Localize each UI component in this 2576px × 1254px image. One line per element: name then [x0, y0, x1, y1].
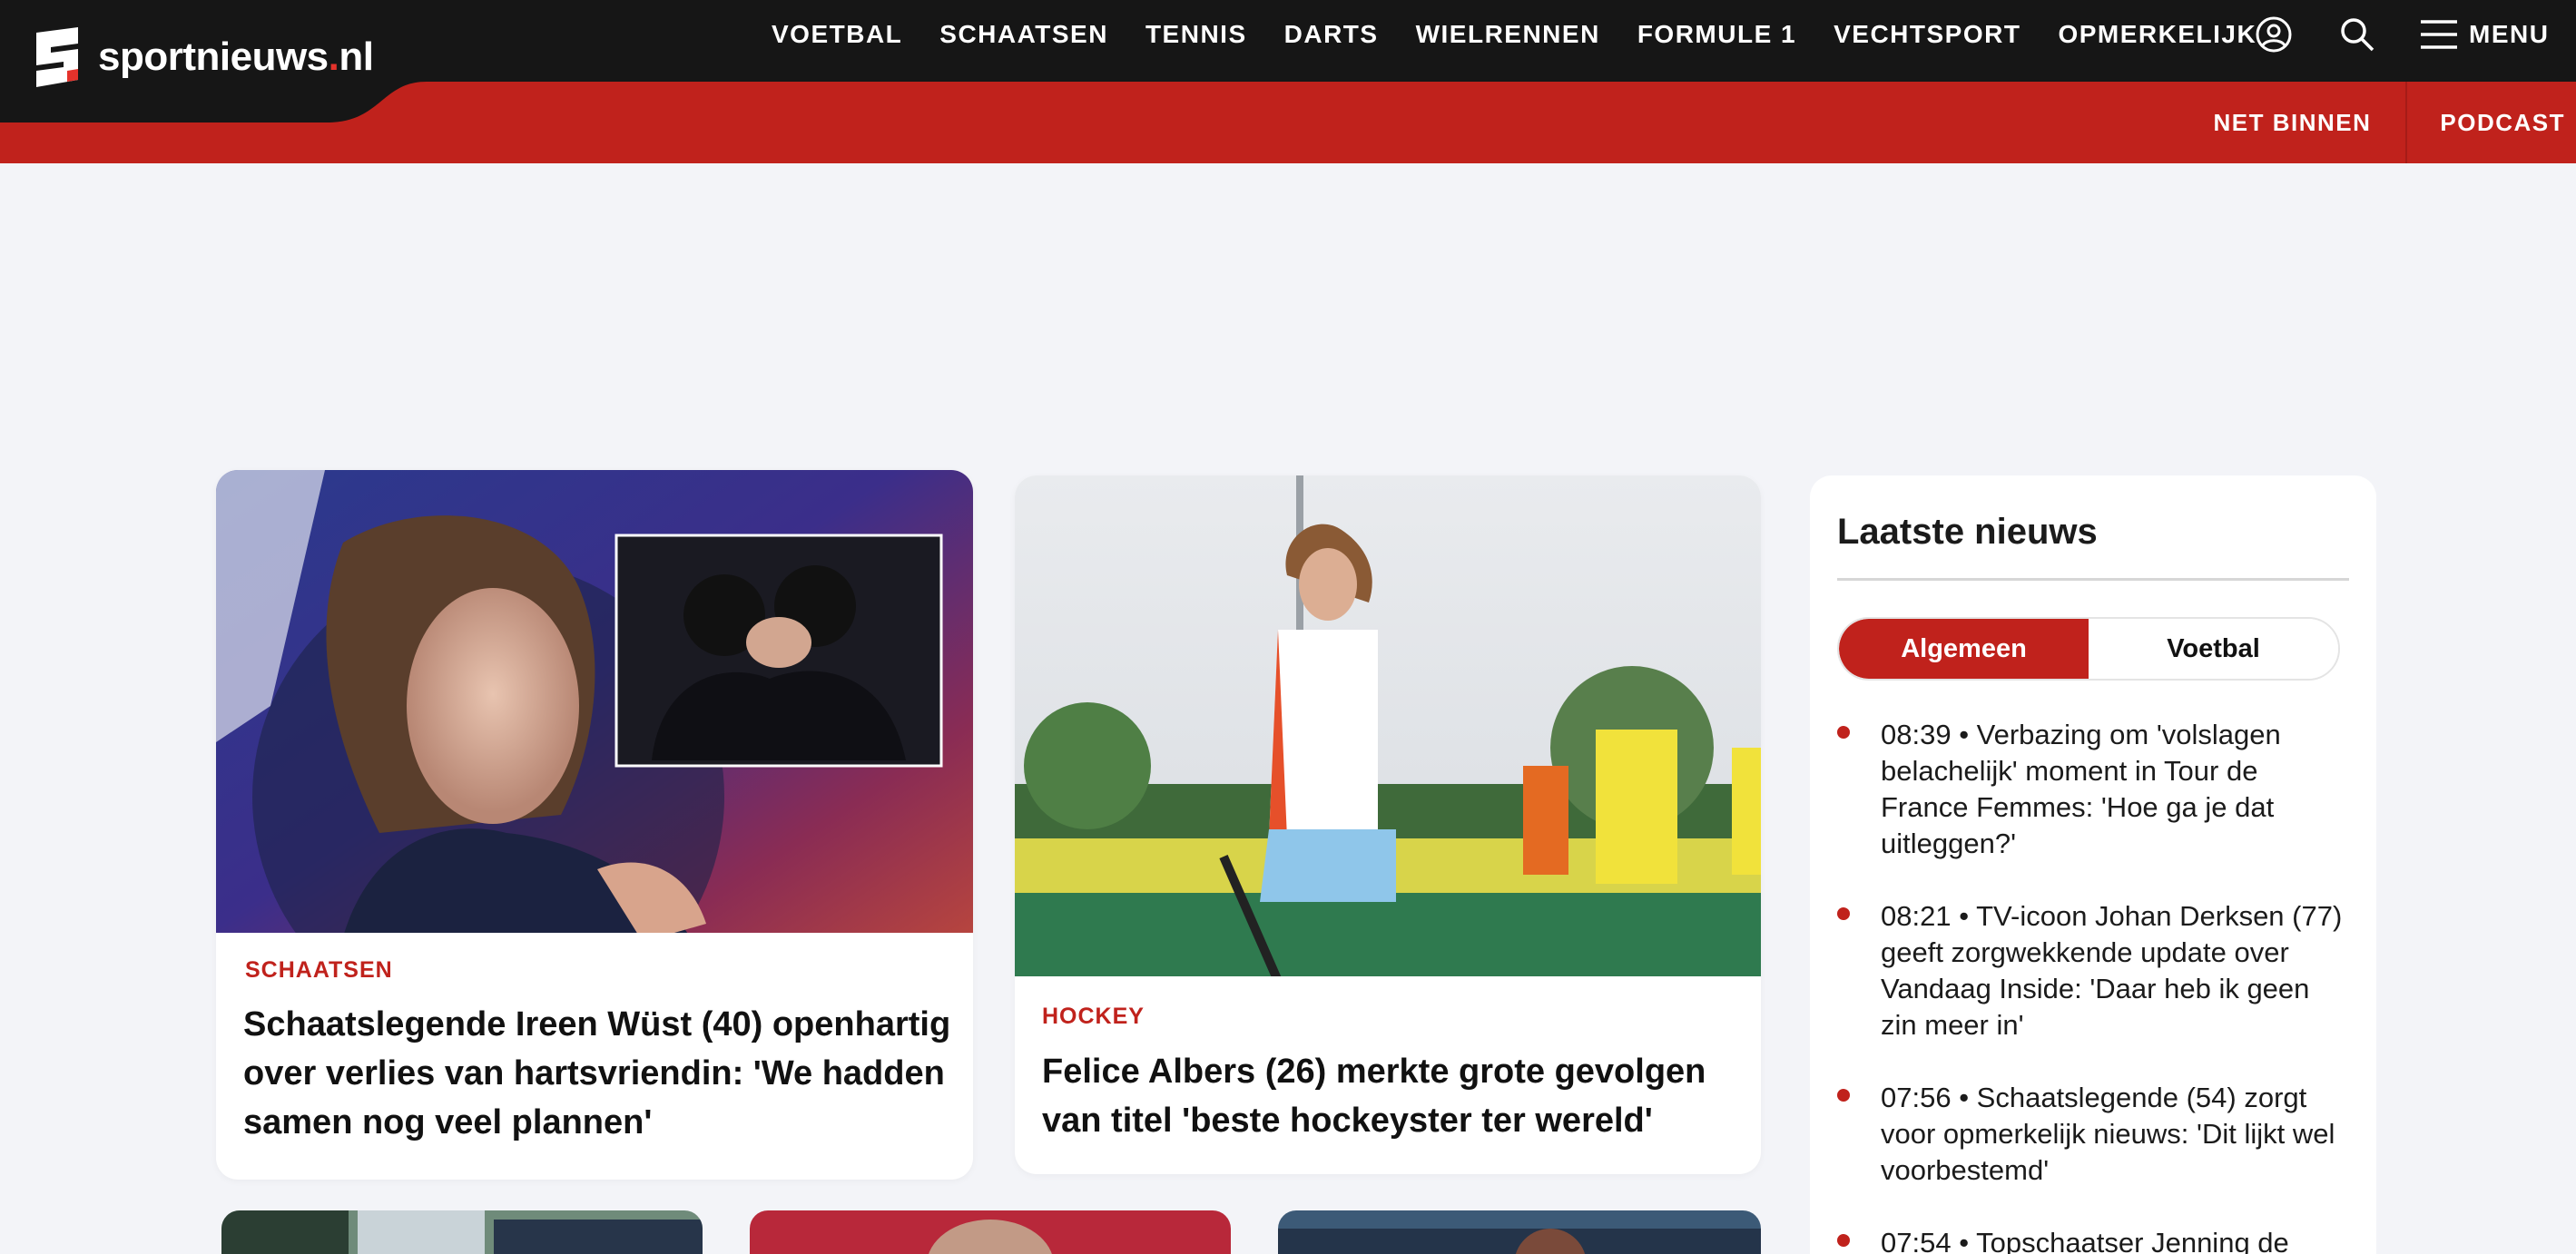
article-title[interactable]: Schaatslegende Ireen Wüst (40) openharti… — [243, 1000, 960, 1147]
news-item-text[interactable]: 08:21 • TV-icoon Johan Derksen (77) geef… — [1881, 898, 2353, 1043]
search-icon[interactable] — [2335, 12, 2380, 57]
nav-item-voetbal[interactable]: VOETBAL — [772, 20, 902, 49]
news-item-text[interactable]: 08:39 • Verbazing om 'volslagen belachel… — [1881, 717, 2353, 862]
account-icon[interactable] — [2251, 12, 2296, 57]
article-category[interactable]: SCHAATSEN — [245, 957, 393, 984]
logo-wordmark: sportnieuws.nl — [98, 34, 374, 79]
article-thumbnail[interactable] — [750, 1210, 1231, 1254]
article-category[interactable]: HOCKEY — [1042, 1004, 1145, 1030]
main-nav: VOETBAL SCHAATSEN TENNIS DARTS WIELRENNE… — [772, 0, 2294, 69]
tab-algemeen[interactable]: Algemeen — [1839, 619, 2089, 679]
news-item-text[interactable]: 07:54 • Topschaatser Jenning de — [1881, 1225, 2353, 1254]
subnav-podcast[interactable]: PODCAST — [2407, 82, 2576, 163]
nav-item-formule-1[interactable]: FORMULE 1 — [1637, 20, 1796, 49]
nav-item-darts[interactable]: DARTS — [1284, 20, 1379, 49]
subnav-net-binnen[interactable]: NET BINNEN — [2180, 82, 2405, 163]
heading-divider — [1837, 578, 2349, 581]
nav-item-wielrennen[interactable]: WIELRENNEN — [1416, 20, 1600, 49]
latest-news-heading: Laatste nieuws — [1837, 512, 2098, 552]
bullet-dot — [1837, 1234, 1850, 1247]
nav-item-opmerkelijk[interactable]: OPMERKELIJK — [2058, 20, 2256, 49]
menu-label[interactable]: MENU — [2469, 20, 2549, 49]
article-card[interactable]: HOCKEY Felice Albers (26) merkte grote g… — [1015, 475, 1761, 1174]
article-image[interactable] — [216, 470, 973, 978]
news-item-text[interactable]: 07:56 • Schaatslegende (54) zorgt voor o… — [1881, 1080, 2353, 1189]
nav-item-vechtsport[interactable]: VECHTSPORT — [1834, 20, 2020, 49]
header-actions: MENU — [2251, 0, 2549, 69]
tab-voetbal[interactable]: Voetbal — [2089, 619, 2338, 679]
bullet-dot — [1837, 907, 1850, 920]
nav-item-schaatsen[interactable]: SCHAATSEN — [939, 20, 1108, 49]
article-image[interactable] — [1015, 475, 1761, 1022]
bullet-dot — [1837, 1089, 1850, 1102]
latest-news-tabs: Algemeen Voetbal — [1837, 617, 2340, 681]
hamburger-icon[interactable] — [2416, 12, 2462, 57]
logo-s-icon — [36, 27, 78, 87]
article-thumbnail[interactable] — [221, 1210, 703, 1254]
site-header: sportnieuws.nl VOETBAL SCHAATSEN TENNIS … — [0, 0, 2576, 163]
site-logo[interactable]: sportnieuws.nl — [27, 24, 374, 91]
bullet-dot — [1837, 726, 1850, 739]
article-thumbnail[interactable] — [1278, 1210, 1761, 1254]
article-title[interactable]: Felice Albers (26) merkte grote gevolgen… — [1042, 1047, 1741, 1145]
secondary-nav: NET BINNEN PODCAST — [2180, 82, 2576, 163]
article-card[interactable]: SCHAATSEN Schaatslegende Ireen Wüst (40)… — [216, 470, 973, 1180]
nav-item-tennis[interactable]: TENNIS — [1145, 20, 1247, 49]
latest-news-panel: Laatste nieuws Algemeen Voetbal 08:39 • … — [1810, 475, 2376, 1254]
